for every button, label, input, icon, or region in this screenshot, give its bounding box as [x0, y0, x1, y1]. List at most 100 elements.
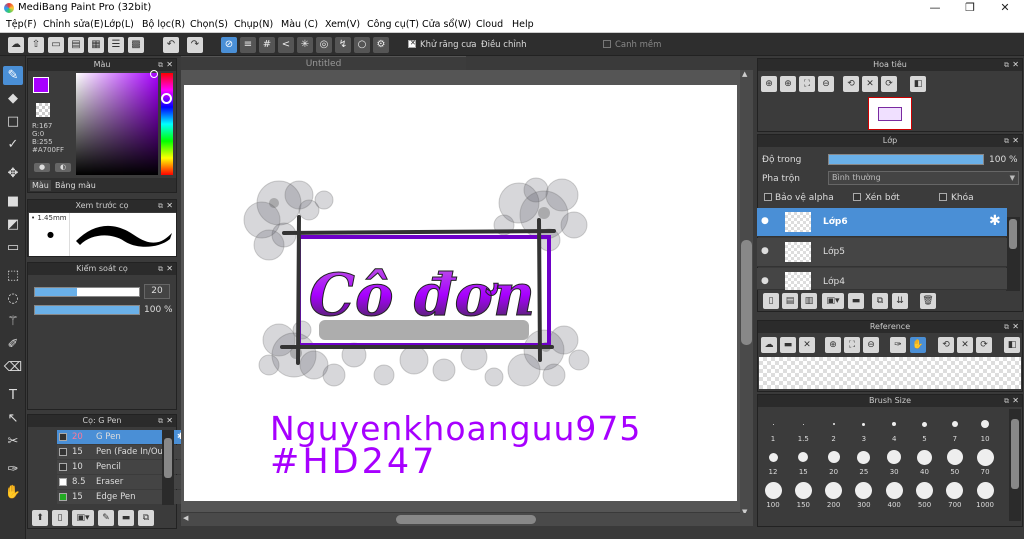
fit-icon[interactable]: ⛶: [844, 337, 860, 353]
brush-size-scrollbar[interactable]: [1009, 409, 1021, 521]
zoom-out-icon[interactable]: ⊖: [818, 76, 834, 92]
document-icon[interactable]: ▦: [88, 37, 104, 53]
add-brush-icon[interactable]: ⬆: [32, 510, 48, 526]
undo-icon[interactable]: ↶: [163, 37, 179, 53]
shape-tool-icon[interactable]: □: [3, 112, 23, 131]
folder-icon[interactable]: ▬: [848, 293, 864, 309]
brush-size-dot[interactable]: [976, 481, 994, 499]
pin-icon[interactable]: ⧉: [1004, 135, 1009, 147]
radial-snap-icon[interactable]: ✳: [297, 37, 313, 53]
copy-icon[interactable]: ⧉: [138, 510, 154, 526]
brush-size-dot[interactable]: [917, 449, 932, 465]
menu-help[interactable]: Help: [512, 19, 534, 30]
menu-tools[interactable]: Công cụ(T): [367, 19, 419, 30]
eyedropper-icon[interactable]: ✑: [890, 337, 906, 353]
close-icon[interactable]: ✕: [166, 263, 173, 275]
eye-icon[interactable]: ●: [761, 276, 769, 286]
scroll-thumb[interactable]: [396, 515, 536, 524]
hue-slider[interactable]: [161, 73, 173, 175]
maximize-button[interactable]: ❐: [953, 0, 987, 17]
edit-brush-icon[interactable]: ✎: [98, 510, 114, 526]
layer-item-4[interactable]: ● Lớp4: [757, 268, 1007, 290]
close-icon[interactable]: ✕: [1012, 135, 1019, 147]
folder-icon[interactable]: ▬: [118, 510, 134, 526]
scroll-thumb[interactable]: [1009, 219, 1017, 249]
select-rect-tool-icon[interactable]: ⬚: [3, 266, 23, 285]
new-brush-icon[interactable]: ▯: [52, 510, 68, 526]
flip-icon[interactable]: ◧: [910, 76, 926, 92]
pin-icon[interactable]: ⧉: [1004, 395, 1009, 407]
redo-icon[interactable]: ↷: [187, 37, 203, 53]
brush-size-dot[interactable]: [946, 481, 964, 499]
pin-icon[interactable]: ⧉: [158, 59, 163, 71]
move-tool-icon[interactable]: ✥: [3, 164, 23, 183]
ellipse-snap-icon[interactable]: ○: [354, 37, 370, 53]
cloud-icon[interactable]: ☁: [8, 37, 24, 53]
divide-tool-icon[interactable]: ✂: [3, 432, 23, 451]
canvas-horizontal-scrollbar[interactable]: ◀: [181, 513, 753, 526]
upload-icon[interactable]: ⇧: [28, 37, 44, 53]
hand-tool-icon[interactable]: ✋: [3, 483, 23, 502]
brush-size-dot[interactable]: [892, 422, 897, 426]
trash-icon[interactable]: 🗑: [920, 293, 936, 309]
brush-size-dot[interactable]: [885, 481, 903, 499]
fit-icon[interactable]: ⛶: [799, 76, 815, 92]
brush-tool-icon[interactable]: ✎: [3, 66, 23, 85]
brush-size-input[interactable]: 20: [144, 284, 170, 299]
scroll-thumb[interactable]: [164, 438, 172, 478]
brush-size-dot[interactable]: [772, 423, 774, 425]
parallel-snap-icon[interactable]: ≡: [240, 37, 256, 53]
color-remove-icon[interactable]: ◐: [55, 163, 71, 172]
close-button[interactable]: ✕: [988, 0, 1022, 17]
menu-select[interactable]: Chọn(S): [190, 19, 228, 30]
brush-size-dot[interactable]: [832, 423, 835, 425]
curve-snap-icon[interactable]: ↯: [335, 37, 351, 53]
color-add-icon[interactable]: ●: [34, 163, 50, 172]
zoom-out-icon[interactable]: ⊖: [863, 337, 879, 353]
magic-wand-tool-icon[interactable]: ⚚: [3, 312, 23, 331]
hue-cursor[interactable]: [161, 93, 172, 104]
rotate-right-icon[interactable]: ⟳: [881, 76, 897, 92]
share-icon[interactable]: ▤: [68, 37, 84, 53]
menu-color[interactable]: Màu (C): [281, 19, 318, 30]
zoom-in-2-icon[interactable]: ⊕: [780, 76, 796, 92]
brush-size-dot[interactable]: [768, 452, 778, 462]
brush-size-dot[interactable]: [976, 448, 994, 466]
brush-menu-icon[interactable]: ▣▾: [72, 510, 94, 526]
reset-icon[interactable]: ✕: [957, 337, 973, 353]
brush-size-dot[interactable]: [764, 481, 782, 499]
hand-icon[interactable]: ✋: [910, 337, 926, 353]
close-icon[interactable]: ✕: [166, 200, 173, 212]
eraser-tool-icon[interactable]: ◆: [3, 89, 23, 108]
sv-cursor[interactable]: [150, 70, 158, 78]
brush-size-dot[interactable]: [798, 452, 809, 462]
soft-edge-checkbox[interactable]: [603, 40, 611, 51]
scroll-up-icon[interactable]: ▲: [742, 70, 747, 78]
brush-size-dot[interactable]: [802, 423, 804, 425]
layer-menu-icon[interactable]: ▣▾: [822, 293, 844, 309]
gear-icon[interactable]: ✱: [989, 213, 1001, 229]
eye-icon[interactable]: ●: [761, 246, 769, 256]
scroll-left-icon[interactable]: ◀: [183, 514, 188, 522]
minimize-button[interactable]: —: [918, 0, 952, 17]
rotate-left-icon[interactable]: ⟲: [938, 337, 954, 353]
menu-cloud[interactable]: Cloud: [476, 19, 503, 30]
menu-layer[interactable]: Lớp(L): [104, 19, 134, 30]
circle-snap-icon[interactable]: ◎: [316, 37, 332, 53]
rotate-left-icon[interactable]: ⟲: [843, 76, 859, 92]
close-icon[interactable]: ✕: [1012, 321, 1019, 333]
close-icon[interactable]: ✕: [166, 415, 173, 427]
layers-scrollbar[interactable]: [1006, 217, 1020, 291]
new-layer-8bit-icon[interactable]: ▤: [782, 293, 798, 309]
gradient-tool-icon[interactable]: ▭: [3, 238, 23, 257]
brush-list-scrollbar[interactable]: [162, 430, 174, 505]
protect-alpha-checkbox[interactable]: [764, 193, 772, 204]
rotate-right-icon[interactable]: ⟳: [976, 337, 992, 353]
brush-size-dot[interactable]: [981, 420, 990, 428]
menu-window[interactable]: Cửa sổ(W): [422, 19, 471, 30]
layer-opacity-slider[interactable]: [828, 154, 984, 165]
menu-filter[interactable]: Bộ lọc(R): [142, 19, 185, 30]
merge-layer-icon[interactable]: ⇊: [892, 293, 908, 309]
reference-canvas[interactable]: [759, 357, 1021, 389]
brush-size-dot[interactable]: [946, 449, 963, 465]
